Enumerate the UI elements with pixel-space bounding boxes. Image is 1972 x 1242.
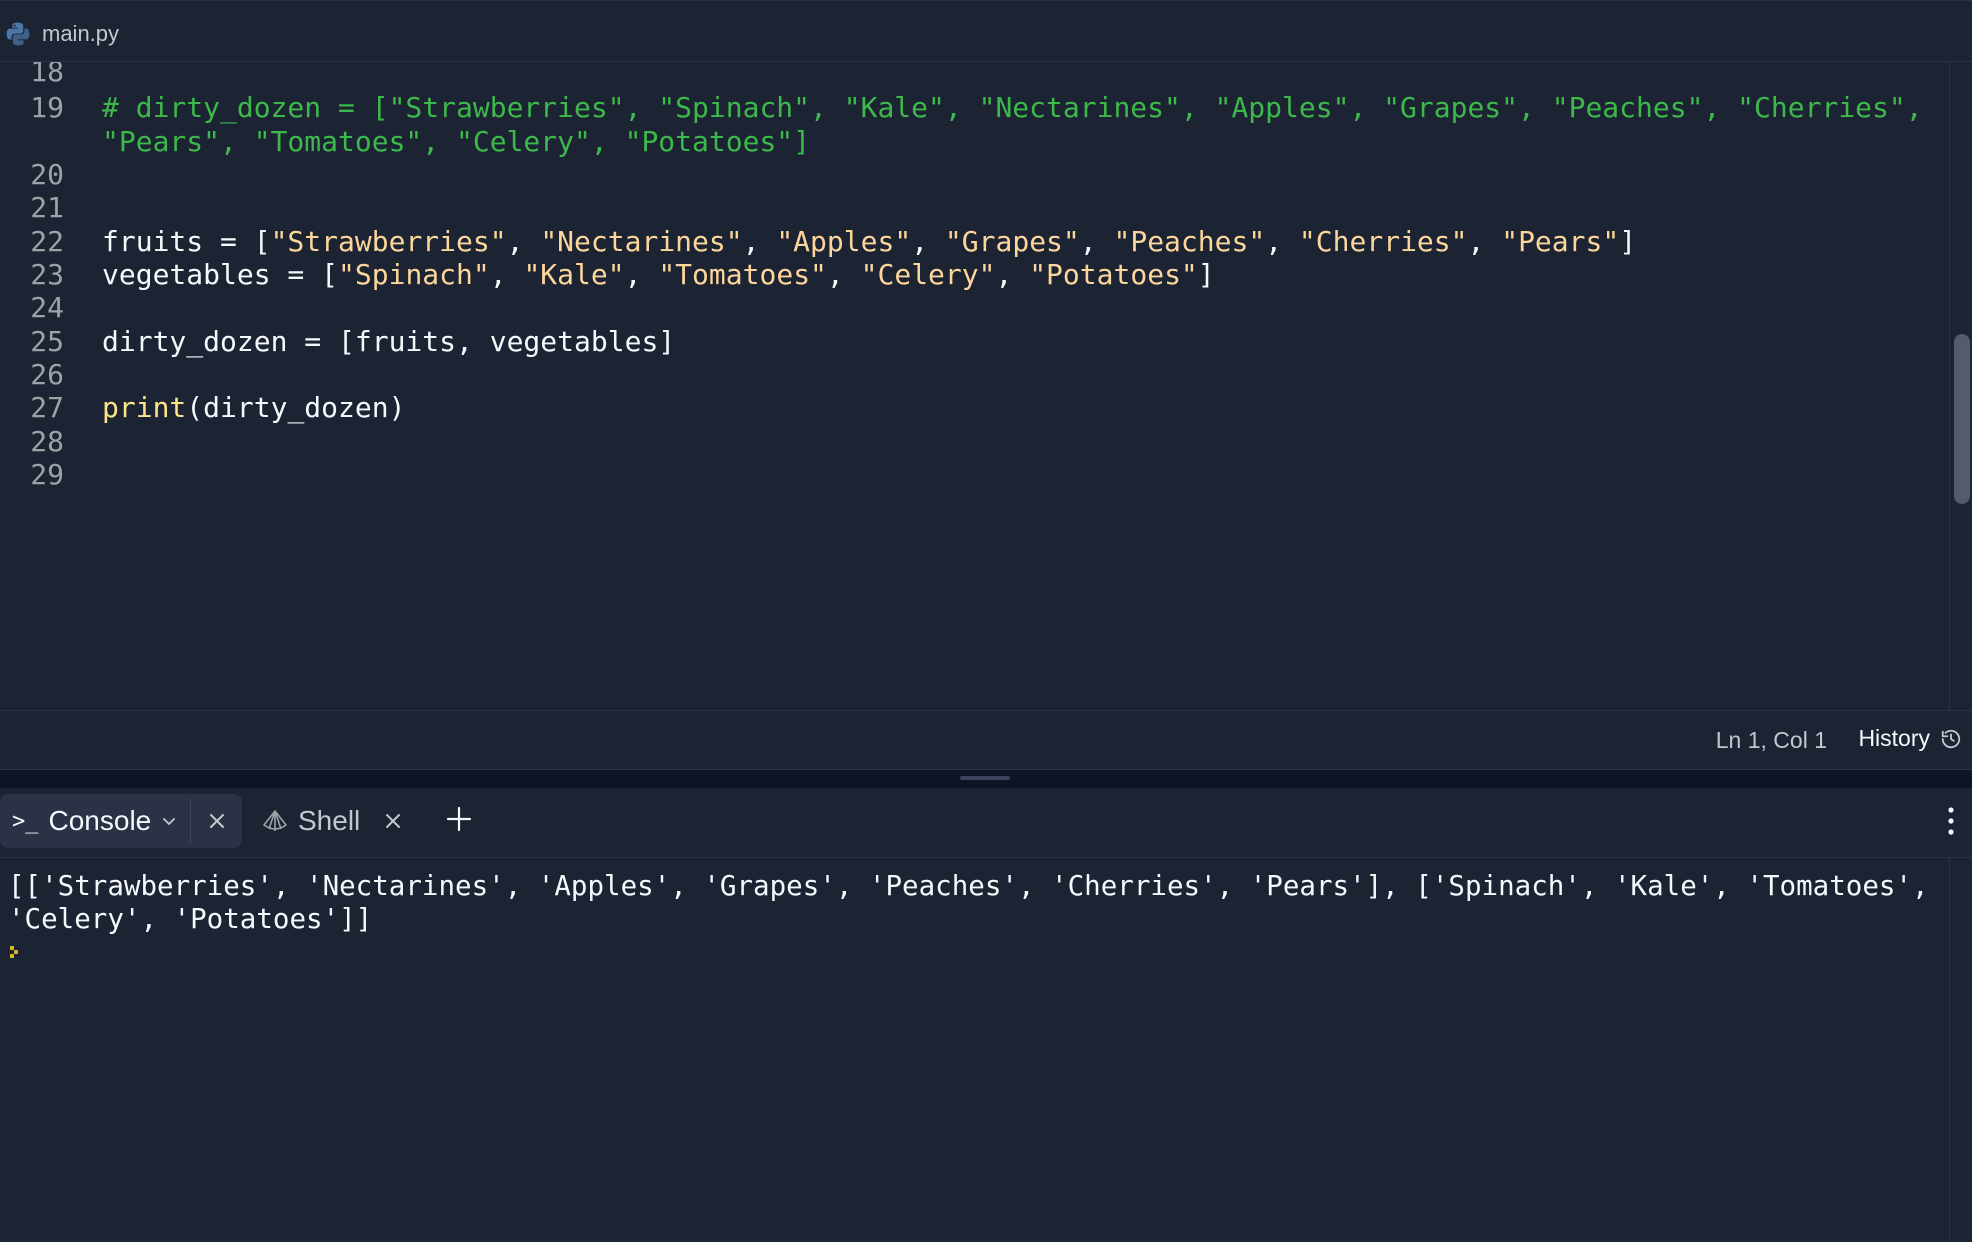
code-token: , xyxy=(826,258,861,291)
console-output-area[interactable]: [['Strawberries', 'Nectarines', 'Apples'… xyxy=(0,858,1950,1242)
terminal-prompt-icon: >_ xyxy=(12,808,39,834)
console-prompt-icon xyxy=(10,946,18,958)
code-token: "Celery" xyxy=(860,258,996,291)
code-token: (dirty_dozen) xyxy=(186,391,406,424)
code-token: "Pears" xyxy=(1501,225,1620,258)
console-scrollbar[interactable] xyxy=(1949,858,1972,1242)
code-text: print(dirty_dozen) xyxy=(102,387,405,429)
cursor-position[interactable]: Ln 1, Col 1 xyxy=(1716,727,1827,754)
tab-console-label: Console xyxy=(48,805,152,836)
tab-shell[interactable]: Shell xyxy=(260,794,404,848)
python-icon xyxy=(6,22,30,46)
code-token: , xyxy=(995,258,1030,291)
editor-status-bar: Ln 1, Col 1 History xyxy=(0,710,1972,770)
close-icon[interactable] xyxy=(206,810,228,832)
chevron-down-icon[interactable] xyxy=(161,813,177,829)
code-token: "Pears", "Tomatoes", "Celery", "Potatoes… xyxy=(102,125,811,158)
line-number: 19 xyxy=(30,91,64,124)
code-token: "Kale" xyxy=(523,258,625,291)
file-name: main.py xyxy=(42,21,120,46)
code-token: , xyxy=(624,258,659,291)
close-icon[interactable] xyxy=(382,810,404,832)
tab-divider xyxy=(190,798,191,844)
tab-console[interactable]: >_ Console xyxy=(0,794,242,848)
tab-shell-label: Shell xyxy=(298,805,361,836)
history-button[interactable]: History xyxy=(1858,725,1962,752)
panel-splitter[interactable] xyxy=(0,770,1972,788)
history-label: History xyxy=(1858,725,1930,751)
more-options-icon[interactable] xyxy=(1946,806,1956,836)
editor-scrollbar-thumb[interactable] xyxy=(1954,334,1970,504)
shell-icon xyxy=(263,810,287,831)
line-number: 29 xyxy=(30,458,64,491)
code-token: vegetables = [ xyxy=(102,258,339,291)
console-tab-bar: >_ Console Shell xyxy=(0,788,1972,858)
splitter-handle[interactable] xyxy=(960,776,1010,780)
editor-scrollbar[interactable] xyxy=(1949,62,1972,710)
code-token: dirty_dozen = [fruits, vegetables] xyxy=(102,325,676,358)
history-icon xyxy=(1941,729,1961,748)
code-editor[interactable]: 18 19 # dirty_dozen = ["Strawberries", "Sp… xyxy=(0,62,1972,710)
file-tab-main-py[interactable]: main.py xyxy=(4,17,119,51)
code-token: # dirty_dozen = ["Strawberries", "Spinac… xyxy=(102,91,1923,124)
code-token: , xyxy=(1467,225,1502,258)
code-text: dirty_dozen = [fruits, vegetables] xyxy=(102,321,675,363)
code-token: print xyxy=(102,391,187,424)
file-header: main.py xyxy=(0,0,1972,62)
add-tab-icon[interactable] xyxy=(444,804,474,834)
code-token: "Tomatoes" xyxy=(658,258,827,291)
code-token: "Cherries" xyxy=(1298,225,1468,258)
code-token: ] xyxy=(1619,225,1637,258)
console-output: [['Strawberries', 'Nectarines', 'Apples'… xyxy=(8,870,1946,935)
code-text: vegetables = ["Spinach", "Kale", "Tomato… xyxy=(102,254,1215,296)
code-token: , xyxy=(489,258,524,291)
code-token: "Potatoes" xyxy=(1029,258,1198,291)
code-token: ] xyxy=(1197,258,1215,291)
code-text: "Pears", "Tomatoes", "Celery", "Potatoes… xyxy=(102,121,810,163)
code-token: , xyxy=(1265,225,1299,258)
code-token: "Spinach" xyxy=(338,258,490,291)
